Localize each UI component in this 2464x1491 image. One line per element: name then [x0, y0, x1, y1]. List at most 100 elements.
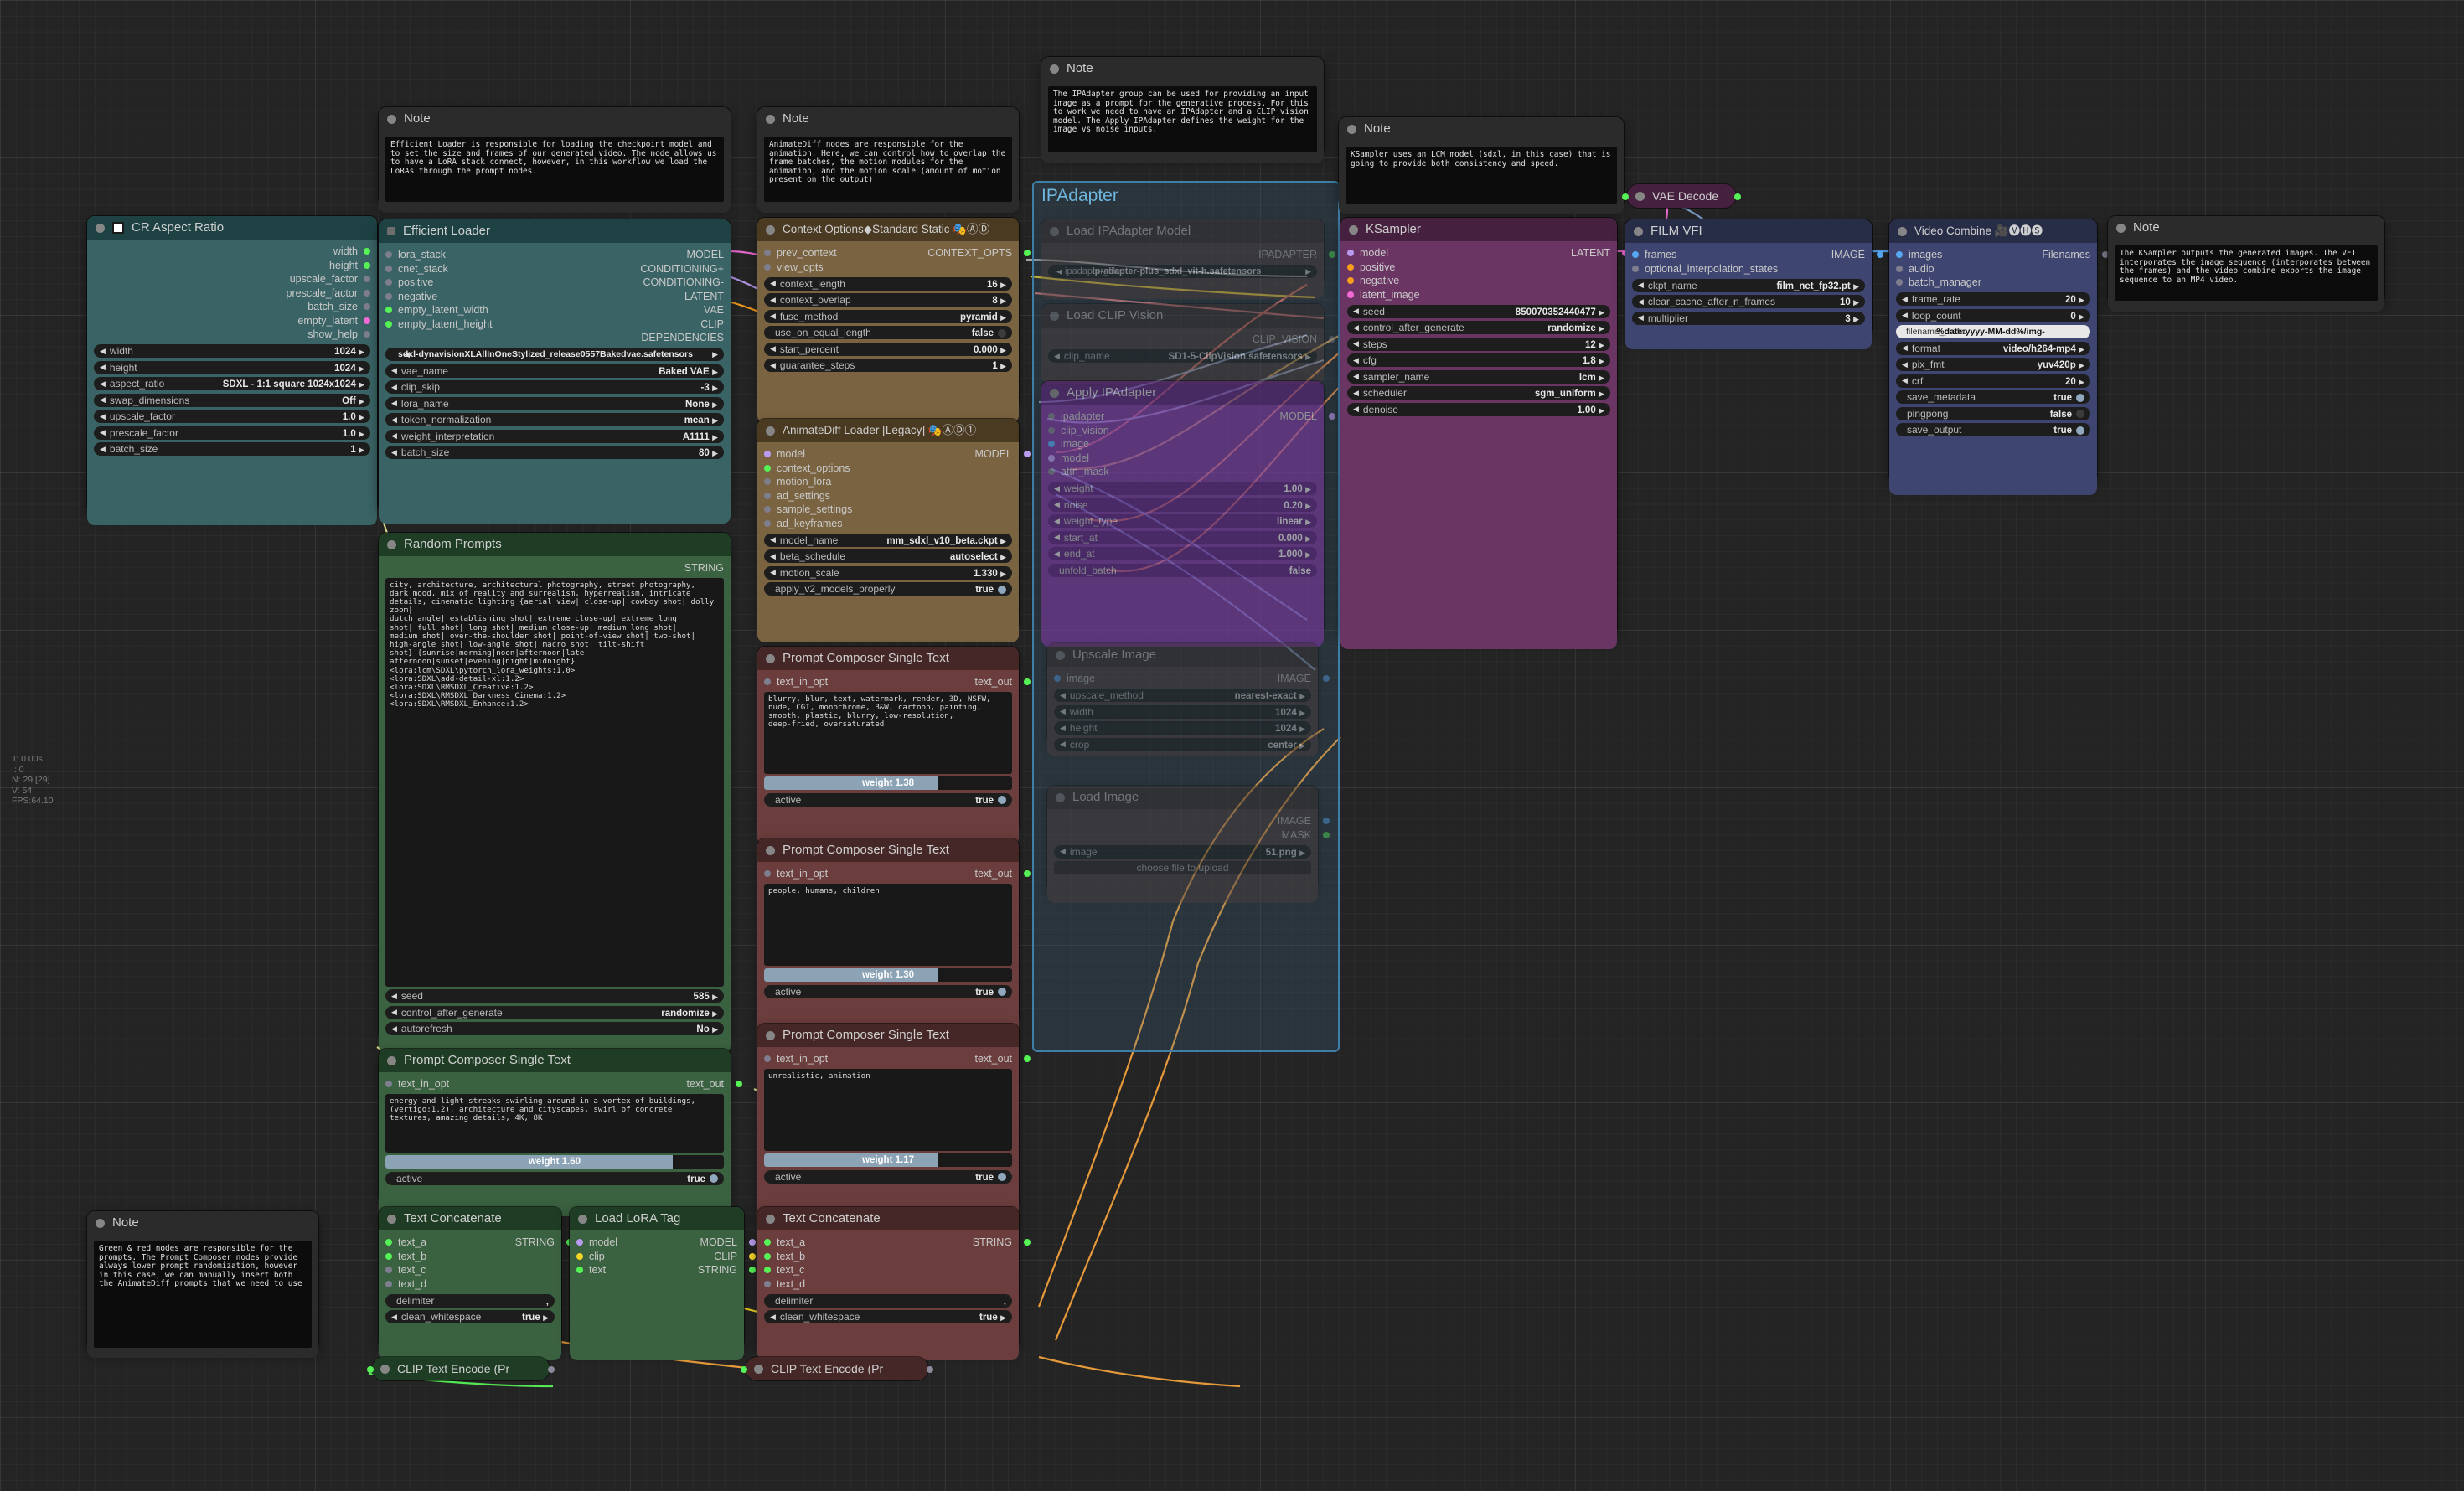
widget-clip-skip[interactable]: ◀clip_skip-3 ▶	[385, 380, 724, 394]
note-text[interactable]: KSampler uses an LCM model (sdxl, in thi…	[1346, 147, 1617, 204]
port-dot[interactable]	[764, 870, 771, 877]
output-model[interactable]: MODEL	[1280, 410, 1317, 422]
widget-token-normalization[interactable]: ◀token_normalizationmean ▶	[385, 413, 724, 426]
widget-autorefresh[interactable]: ◀autorefreshNo ▶	[385, 1022, 724, 1035]
widget-clean-whitespace[interactable]: ◀clean_whitespacetrue ▶	[385, 1310, 555, 1323]
port-dot[interactable]	[764, 465, 771, 472]
widget-control-after-generate[interactable]: ◀control_after_generaterandomize ▶	[385, 1006, 724, 1019]
widget-batch-size[interactable]: ◀batch_size80 ▶	[385, 446, 724, 459]
port-dot[interactable]	[1048, 468, 1055, 475]
node-collapse-dot[interactable]	[1898, 227, 1907, 236]
widget-delimiter[interactable]: delimiter,	[385, 1294, 555, 1308]
toggle-icon[interactable]	[998, 586, 1006, 594]
port-dot[interactable]	[764, 478, 771, 485]
input-model[interactable]: model	[1048, 452, 1089, 464]
input-empty-latent-width[interactable]: empty_latent_width	[385, 304, 488, 316]
widget-start-at[interactable]: ◀start_at0.000 ▶	[1048, 531, 1317, 544]
port-dot[interactable]	[576, 1267, 583, 1273]
port-dot[interactable]	[1048, 427, 1055, 434]
node-collapse-dot[interactable]	[96, 1219, 105, 1228]
widget-clear-cache[interactable]: ◀clear_cache_after_n_frames10 ▶	[1632, 295, 1865, 308]
node-title-bar[interactable]: CLIP Text Encode (Pr	[372, 1357, 550, 1380]
node-cr-aspect-ratio[interactable]: CR Aspect Ratio width height upscale_fac…	[87, 216, 377, 513]
port-dot[interactable]	[385, 1081, 392, 1087]
widget-active[interactable]: activetrue	[764, 985, 1012, 998]
output-batch-size[interactable]: batch_size	[307, 301, 370, 312]
widget-use-on-equal-length[interactable]: use_on_equal_lengthfalse	[764, 326, 1012, 339]
toggle-icon[interactable]	[2076, 426, 2084, 435]
input-negative[interactable]: negative	[385, 291, 437, 302]
port-dot[interactable]	[1632, 251, 1639, 258]
output-filenames[interactable]: Filenames	[2042, 249, 2090, 261]
note-text[interactable]: AnimateDiff nodes are responsible for th…	[764, 137, 1012, 202]
node-title-bar[interactable]: KSampler	[1340, 218, 1617, 241]
node-title-bar[interactable]: Note	[1041, 57, 1324, 80]
input-positive[interactable]: positive	[1347, 261, 1395, 273]
widget-ckpt-name[interactable]: ◀ sdxl-dynavisionXLAllInOneStylized_rele…	[385, 348, 724, 361]
output-model[interactable]: MODEL	[975, 448, 1012, 460]
node-prompt-composer-1[interactable]: Prompt Composer Single Text text_in_optt…	[757, 647, 1019, 833]
input-lora-stack[interactable]: lora_stack	[385, 249, 446, 261]
node-efficient-loader[interactable]: Efficient Loader lora_stackMODEL cnet_st…	[379, 219, 731, 511]
output-latent[interactable]: LATENT	[684, 291, 724, 302]
input-negative[interactable]: negative	[1347, 275, 1399, 286]
widget-delimiter[interactable]: delimiter,	[764, 1294, 1012, 1308]
output-clip-vision[interactable]: CLIP_VISION	[1253, 333, 1317, 345]
node-collapse-dot[interactable]	[754, 1365, 763, 1374]
node-title-bar[interactable]: Text Concatenate	[757, 1207, 1019, 1230]
input-text-in-opt[interactable]: text_in_opt	[764, 1053, 828, 1065]
node-upscale-image[interactable]: Upscale Image imageIMAGE ◀upscale_method…	[1047, 643, 1318, 744]
widget-lora-name[interactable]: ◀lora_nameNone ▶	[385, 397, 724, 410]
input-context-options[interactable]: context_options	[764, 462, 850, 474]
input-sample-settings[interactable]: sample_settings	[764, 503, 852, 515]
node-title-bar[interactable]: Note	[757, 107, 1019, 131]
node-collapse-dot[interactable]	[1056, 793, 1065, 802]
widget-beta-schedule[interactable]: ◀beta_scheduleautoselect ▶	[764, 549, 1012, 563]
node-text-concatenate-left[interactable]: Text Concatenate text_aSTRING text_b tex…	[379, 1207, 561, 1348]
widget-weight[interactable]: ◀weight1.00 ▶	[1048, 482, 1317, 495]
port-dot[interactable]	[385, 1267, 392, 1273]
node-collapse-dot[interactable]	[387, 227, 395, 235]
node-title-bar[interactable]: Note	[87, 1211, 318, 1235]
prompt-text[interactable]: energy and light streaks swirling around…	[385, 1094, 724, 1153]
widget-end-at[interactable]: ◀end_at1.000 ▶	[1048, 547, 1317, 560]
node-collapse-dot[interactable]	[766, 1215, 775, 1224]
node-animatediff-loader[interactable]: AnimateDiff Loader [Legacy] 🎭ⒶⒹ① modelMO…	[757, 419, 1019, 630]
widget-weight-type[interactable]: ◀weight_typelinear ▶	[1048, 514, 1317, 528]
input-text-d[interactable]: text_d	[764, 1278, 805, 1290]
node-collapse-dot[interactable]	[766, 1031, 775, 1040]
port-dot[interactable]	[1896, 251, 1903, 258]
note-prompts[interactable]: Note Green & red nodes are responsible f…	[87, 1211, 318, 1350]
upload-button[interactable]: choose file to upload	[1054, 861, 1311, 874]
node-title-bar[interactable]: Note	[1339, 117, 1624, 141]
port-dot-input[interactable]	[1622, 193, 1629, 200]
prompt-text[interactable]: blurry, blur, text, watermark, render, 3…	[764, 692, 1012, 774]
widget-aspect-ratio[interactable]: ◀aspect_ratioSDXL - 1:1 square 1024x1024…	[94, 377, 370, 390]
port-dot-output[interactable]	[927, 1366, 933, 1373]
input-text-b[interactable]: text_b	[764, 1251, 805, 1262]
output-image[interactable]: IMAGE	[1831, 249, 1865, 261]
node-load-ipadapter-model[interactable]: Load IPAdapter Model IPADAPTER ◀ ipadapt…	[1041, 219, 1324, 286]
node-collapse-dot[interactable]	[387, 1215, 396, 1224]
port-dot[interactable]	[364, 262, 370, 269]
prompt-text[interactable]: unrealistic, animation	[764, 1069, 1012, 1151]
widget-context-overlap[interactable]: ◀context_overlap8 ▶	[764, 293, 1012, 307]
note-ksampler[interactable]: Note KSampler uses an LCM model (sdxl, i…	[1339, 117, 1624, 207]
port-dot[interactable]	[385, 1253, 392, 1260]
node-title-bar[interactable]: Prompt Composer Single Text	[757, 838, 1019, 862]
node-collapse-dot[interactable]	[1635, 192, 1645, 201]
output-vae[interactable]: VAE	[704, 304, 724, 316]
node-random-prompts[interactable]: Random Prompts STRING city, architecture…	[379, 533, 731, 1040]
toggle-icon[interactable]	[710, 1174, 718, 1183]
input-positive[interactable]: positive	[385, 276, 433, 288]
widget-model-name[interactable]: ◀model_namemm_sdxl_v10_beta.ckpt ▶	[764, 534, 1012, 547]
node-load-clip-vision[interactable]: Load CLIP Vision CLIP_VISION ◀clip_nameS…	[1041, 304, 1324, 371]
input-prev-context[interactable]: prev_context	[764, 247, 837, 259]
input-motion-lora[interactable]: motion_lora	[764, 476, 831, 488]
widget-pix-fmt[interactable]: ◀pix_fmtyuv420p ▶	[1896, 358, 2090, 371]
node-title-bar[interactable]: CLIP Text Encode (Pr	[746, 1357, 928, 1380]
widget-apply-v2-models[interactable]: apply_v2_models_properlytrue	[764, 582, 1012, 596]
port-dot[interactable]	[364, 248, 370, 255]
node-title-bar[interactable]: CR Aspect Ratio	[87, 216, 377, 240]
output-clip[interactable]: CLIP	[700, 318, 724, 330]
